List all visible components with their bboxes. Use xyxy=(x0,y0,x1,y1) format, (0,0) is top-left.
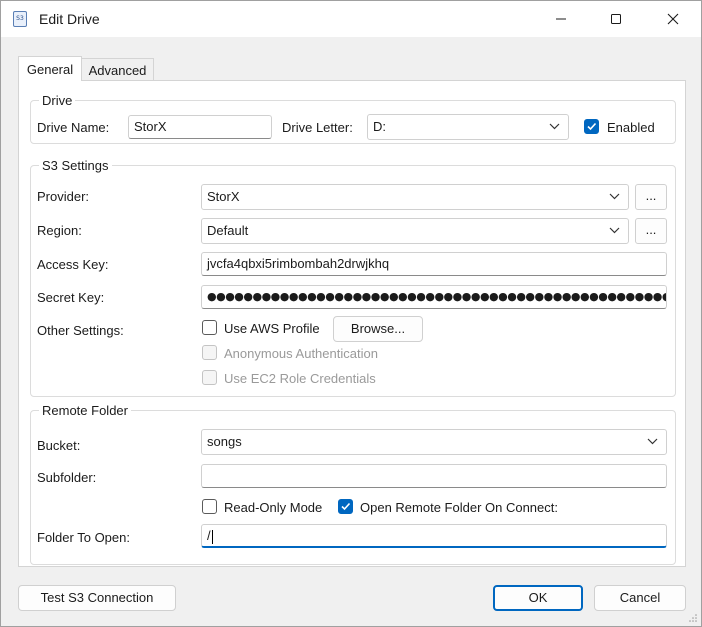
drive-group: Drive Drive Name: StorX Drive Letter: D:… xyxy=(30,93,676,144)
access-key-input[interactable]: jvcfa4qbxi5rimbombah2drwjkhq xyxy=(201,252,667,276)
anonymous-auth-checkbox[interactable] xyxy=(202,345,217,360)
minimize-icon xyxy=(556,18,566,20)
remote-folder-group-title: Remote Folder xyxy=(39,403,131,418)
minimize-button[interactable] xyxy=(535,1,587,37)
folder-to-open-label: Folder To Open: xyxy=(37,530,130,545)
drive-letter-value: D: xyxy=(373,119,386,134)
test-s3-connection-button[interactable]: Test S3 Connection xyxy=(18,585,176,611)
region-value: Default xyxy=(207,223,249,238)
subfolder-label: Subfolder: xyxy=(37,470,97,485)
ec2-role-label[interactable]: Use EC2 Role Credentials xyxy=(224,371,376,386)
anonymous-auth-label[interactable]: Anonymous Authentication xyxy=(224,346,378,361)
region-label: Region: xyxy=(37,223,82,238)
bucket-select[interactable]: songs xyxy=(201,429,667,455)
checkmark-icon xyxy=(341,502,351,511)
drive-name-label: Drive Name: xyxy=(37,120,110,135)
provider-options-button[interactable]: ... xyxy=(635,184,667,210)
enabled-label[interactable]: Enabled xyxy=(607,120,655,135)
remote-folder-group: Remote Folder Bucket: songs Subfolder: R… xyxy=(30,403,676,565)
window-title: Edit Drive xyxy=(39,11,100,27)
provider-value: StorX xyxy=(207,189,240,204)
drive-letter-select[interactable]: D: xyxy=(367,114,569,140)
chevron-down-icon xyxy=(609,193,620,200)
tab-advanced[interactable]: Advanced xyxy=(82,58,154,81)
checkmark-icon xyxy=(587,122,597,131)
enabled-checkbox[interactable] xyxy=(584,119,599,134)
read-only-checkbox[interactable] xyxy=(202,499,217,514)
close-button[interactable] xyxy=(647,1,699,37)
bucket-value: songs xyxy=(207,434,242,449)
ok-button[interactable]: OK xyxy=(493,585,583,611)
region-options-button[interactable]: ... xyxy=(635,218,667,244)
provider-select[interactable]: StorX xyxy=(201,184,629,210)
cancel-button[interactable]: Cancel xyxy=(594,585,686,611)
edit-drive-dialog: S3 Edit Drive General Advanced Drive Dri… xyxy=(0,0,702,627)
maximize-icon xyxy=(611,14,621,24)
access-key-label: Access Key: xyxy=(37,257,109,272)
tab-general[interactable]: General xyxy=(18,56,82,81)
provider-label: Provider: xyxy=(37,189,90,204)
folder-to-open-input[interactable]: / xyxy=(201,524,667,548)
general-tab-panel: Drive Drive Name: StorX Drive Letter: D:… xyxy=(18,80,686,567)
s3-settings-group-title: S3 Settings xyxy=(39,158,112,173)
folder-to-open-value: / xyxy=(207,528,211,543)
drive-group-title: Drive xyxy=(39,93,76,108)
app-drive-icon: S3 xyxy=(13,11,27,27)
drive-letter-label: Drive Letter: xyxy=(282,120,353,135)
other-settings-label: Other Settings: xyxy=(37,323,124,338)
maximize-button[interactable] xyxy=(590,1,642,37)
ec2-role-checkbox[interactable] xyxy=(202,370,217,385)
secret-key-input[interactable]: ●●●●●●●●●●●●●●●●●●●●●●●●●●●●●●●●●●●●●●●●… xyxy=(201,285,667,309)
browse-button[interactable]: Browse... xyxy=(333,316,423,342)
use-aws-profile-label[interactable]: Use AWS Profile xyxy=(224,321,320,336)
use-aws-profile-checkbox[interactable] xyxy=(202,320,217,335)
s3-settings-group: S3 Settings Provider: StorX ... Region: … xyxy=(30,158,676,397)
secret-key-label: Secret Key: xyxy=(37,290,105,305)
open-on-connect-label[interactable]: Open Remote Folder On Connect: xyxy=(360,500,558,515)
title-bar[interactable]: S3 Edit Drive xyxy=(1,1,701,37)
open-on-connect-checkbox[interactable] xyxy=(338,499,353,514)
chevron-down-icon xyxy=(609,227,620,234)
read-only-label[interactable]: Read-Only Mode xyxy=(224,500,322,515)
region-select[interactable]: Default xyxy=(201,218,629,244)
chevron-down-icon xyxy=(647,438,658,445)
text-caret xyxy=(211,529,213,544)
drive-name-input[interactable]: StorX xyxy=(128,115,272,139)
resize-grip-icon[interactable] xyxy=(688,613,698,623)
close-icon xyxy=(667,13,679,25)
chevron-down-icon xyxy=(549,123,560,130)
subfolder-input[interactable] xyxy=(201,464,667,488)
bucket-label: Bucket: xyxy=(37,438,81,453)
